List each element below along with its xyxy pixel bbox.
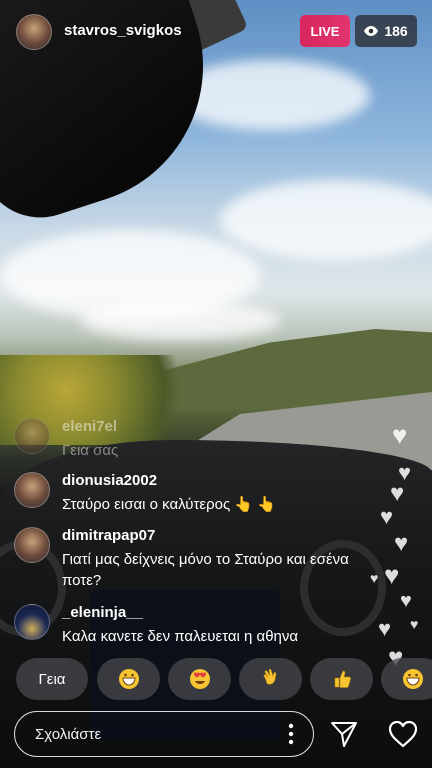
quick-reactions-row: Γεια — [16, 658, 432, 700]
comment-text: Γεια σας — [62, 442, 119, 459]
comment-text: Γιατί μας δείχνεις μόνο τo Σταύρο και εσ… — [62, 551, 349, 589]
commenter-avatar[interactable] — [14, 472, 50, 508]
thumbs-up-icon — [334, 670, 351, 688]
comment-username[interactable]: eleni7el — [62, 418, 117, 435]
grinning-emoji-icon — [402, 669, 423, 689]
commenter-avatar[interactable] — [14, 604, 50, 640]
comment-text: Καλα κανετε δεν παλευεται η αθηνα — [62, 628, 299, 645]
waving-hand-icon — [263, 668, 276, 685]
waving-hand-emoji-button[interactable] — [239, 658, 302, 700]
viewer-count: 186 — [384, 23, 408, 39]
send-icon[interactable] — [330, 720, 358, 748]
comment-username[interactable]: dionusia2002 — [62, 472, 157, 489]
heart-eyes-emoji-button[interactable] — [168, 658, 231, 700]
live-badge: LIVE — [300, 15, 350, 47]
host-username[interactable]: stavros_svigkos — [64, 22, 182, 39]
commenter-avatar[interactable] — [14, 418, 50, 454]
comment-input[interactable] — [33, 712, 267, 757]
comment-username[interactable]: _eleninja__ — [62, 604, 143, 621]
grinning-emoji-button[interactable] — [97, 658, 160, 700]
eye-icon — [364, 26, 379, 36]
grinning-emoji-icon — [118, 669, 139, 689]
live-header: stavros_svigkos LIVE 186 — [0, 0, 432, 64]
more-options-icon[interactable] — [287, 722, 295, 746]
heart-eyes-emoji-icon — [189, 669, 210, 689]
viewer-count-badge[interactable]: 186 — [355, 15, 417, 47]
comment-input-bar[interactable] — [14, 711, 314, 757]
comment-username[interactable]: dimitrapap07 — [62, 527, 155, 544]
quick-reply-text-button[interactable]: Γεια — [16, 658, 88, 700]
live-video-background — [0, 0, 432, 768]
host-avatar[interactable] — [16, 14, 52, 50]
like-heart-icon[interactable] — [388, 720, 418, 748]
thumbs-up-emoji-button[interactable] — [310, 658, 373, 700]
grinning-emoji-button[interactable] — [381, 658, 432, 700]
comment-text: Σταύρο εισαι ο καλύτερος 👆 👆 — [62, 496, 276, 513]
commenter-avatar[interactable] — [14, 527, 50, 563]
